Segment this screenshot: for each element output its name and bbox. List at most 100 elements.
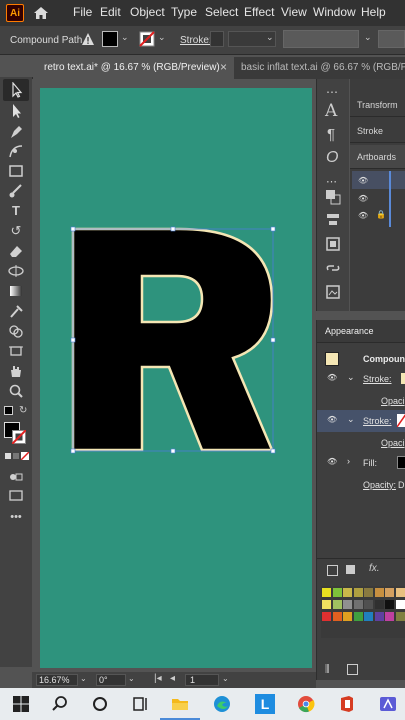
brush-definition[interactable] (378, 30, 405, 48)
zoom-chevron-icon[interactable]: ⌄ (80, 674, 87, 683)
default-colors-icon[interactable] (4, 406, 13, 415)
color-swatch[interactable] (343, 612, 352, 621)
artboard-number-field[interactable]: 1 (185, 674, 219, 686)
opacity-label[interactable]: Opaci (381, 438, 405, 448)
menu-select[interactable]: Select (205, 5, 238, 19)
brush-tool-icon[interactable] (7, 183, 25, 199)
color-swatch[interactable] (332, 588, 342, 597)
color-swatch[interactable] (395, 588, 405, 597)
rotation-field[interactable]: 0° (96, 674, 126, 686)
color-swatch[interactable] (374, 588, 384, 597)
add-stroke-icon[interactable] (327, 565, 338, 576)
color-swatch[interactable] (353, 588, 363, 597)
snipping-tool-icon[interactable] (378, 694, 398, 714)
windows-start-icon[interactable] (11, 694, 31, 714)
opacity-label[interactable]: Opaci (381, 396, 405, 406)
zoom-field[interactable]: 16.67% (36, 674, 78, 686)
color-swatch[interactable] (353, 612, 363, 621)
artboard-chevron-icon[interactable]: ⌄ (222, 674, 229, 683)
color-swatch[interactable] (322, 600, 331, 609)
stroke-swatch[interactable] (401, 373, 405, 384)
stroke-none-swatch[interactable] (397, 414, 405, 427)
pen-tool-icon[interactable] (7, 123, 25, 139)
artboard[interactable] (40, 88, 312, 668)
appearance-row-stroke-2[interactable]: 👁 ⌄ Stroke: (317, 410, 405, 432)
letter-r-artwork[interactable] (40, 88, 312, 668)
opentype-panel-icon[interactable]: O (326, 149, 338, 167)
tab-stroke[interactable]: Stroke (350, 119, 405, 143)
gradient-tool-icon[interactable] (7, 283, 25, 299)
rotate-tool-icon[interactable]: ↺ (7, 223, 25, 239)
rotation-chevron-icon[interactable]: ⌄ (128, 674, 135, 683)
color-swatch[interactable] (374, 612, 384, 621)
search-icon[interactable] (50, 694, 70, 714)
cortana-icon[interactable] (90, 694, 110, 714)
appearance-row-fill[interactable]: 👁 › Fill: (317, 452, 405, 474)
visibility-eye-icon[interactable]: 👁 (327, 415, 337, 424)
stroke-label[interactable]: Stroke: (180, 35, 212, 46)
color-swatch[interactable] (374, 600, 384, 609)
stroke-dropdown-chevron-icon[interactable]: ⌄ (158, 32, 166, 43)
none-mode-icon[interactable] (21, 452, 29, 460)
show-swatch-kinds-icon[interactable] (347, 664, 358, 675)
eraser-tool-icon[interactable] (7, 243, 25, 259)
links-panel-icon[interactable] (325, 260, 341, 276)
opacity-label[interactable]: Opacity: (363, 480, 396, 490)
fill-swatch[interactable] (102, 31, 118, 47)
visibility-eye-icon[interactable]: 👁 (358, 176, 368, 185)
previous-artboard-icon[interactable]: ◂ (170, 673, 175, 684)
tab-transform[interactable]: Transform (350, 93, 405, 117)
transform-panel-icon[interactable] (325, 236, 341, 252)
file-explorer-icon[interactable] (170, 694, 190, 714)
dock-handle-icon[interactable]: ⋯ (326, 85, 338, 99)
hand-tool-icon[interactable] (7, 363, 25, 379)
shape-builder-tool-icon[interactable] (7, 323, 25, 339)
color-swatch[interactable] (353, 600, 363, 609)
appearance-row-opacity-1[interactable]: Opaci (317, 390, 405, 412)
menu-effect[interactable]: Effect (244, 5, 274, 19)
stroke-label[interactable]: Stroke: (363, 416, 392, 426)
menu-window[interactable]: Window (313, 5, 356, 19)
lock-icon[interactable]: 🔒 (376, 210, 386, 219)
character-panel-icon[interactable]: A (325, 101, 337, 121)
color-swatch[interactable] (322, 612, 331, 621)
stroke-weight-chevron-icon[interactable]: ⌄ (266, 32, 274, 43)
chevron-right-icon[interactable]: › (347, 456, 350, 466)
stroke-color-box[interactable] (12, 430, 26, 444)
menu-file[interactable]: File (73, 5, 92, 19)
color-swatch[interactable] (322, 588, 331, 597)
color-swatch[interactable] (385, 588, 394, 597)
color-swatch[interactable] (364, 600, 373, 609)
swap-colors-icon[interactable]: ↻ (19, 405, 27, 416)
stroke-label[interactable]: Stroke: (363, 374, 392, 384)
visibility-eye-icon[interactable]: 👁 (358, 194, 368, 203)
color-swatch[interactable] (395, 600, 405, 609)
type-tool-icon[interactable]: T (7, 203, 25, 219)
menu-type[interactable]: Type (171, 5, 197, 19)
selection-tool-icon[interactable] (7, 82, 25, 98)
menu-edit[interactable]: Edit (100, 5, 121, 19)
width-tool-icon[interactable] (7, 263, 25, 279)
image-trace-panel-icon[interactable] (325, 284, 341, 300)
swatches[interactable] (322, 588, 405, 638)
zoom-tool-icon[interactable] (7, 383, 25, 399)
appearance-row-opacity-main[interactable]: Opacity: D (317, 474, 405, 496)
chrome-browser-icon[interactable] (296, 694, 316, 714)
add-fill-icon[interactable] (346, 565, 355, 574)
rectangle-tool-icon[interactable] (7, 163, 25, 179)
dock-handle-icon-2[interactable]: ⋯ (326, 175, 337, 188)
color-swatch[interactable] (364, 588, 373, 597)
visibility-eye-icon[interactable]: 👁 (358, 211, 368, 220)
close-icon[interactable]: × (220, 60, 227, 74)
more-tools-icon[interactable]: ••• (7, 509, 25, 525)
appearance-row-stroke-1[interactable]: 👁 ⌄ Stroke: (317, 368, 405, 390)
menu-view[interactable]: View (281, 5, 307, 19)
warning-icon[interactable] (81, 32, 95, 46)
fx-icon[interactable]: fx. (369, 563, 380, 574)
menu-object[interactable]: Object (130, 5, 165, 19)
chevron-down-icon[interactable]: ⌄ (347, 372, 355, 383)
align-panel-icon[interactable] (325, 212, 341, 228)
variable-width-profile[interactable] (283, 30, 359, 48)
direct-selection-tool-icon[interactable] (7, 103, 25, 119)
artboard-tool-icon[interactable] (7, 343, 25, 359)
